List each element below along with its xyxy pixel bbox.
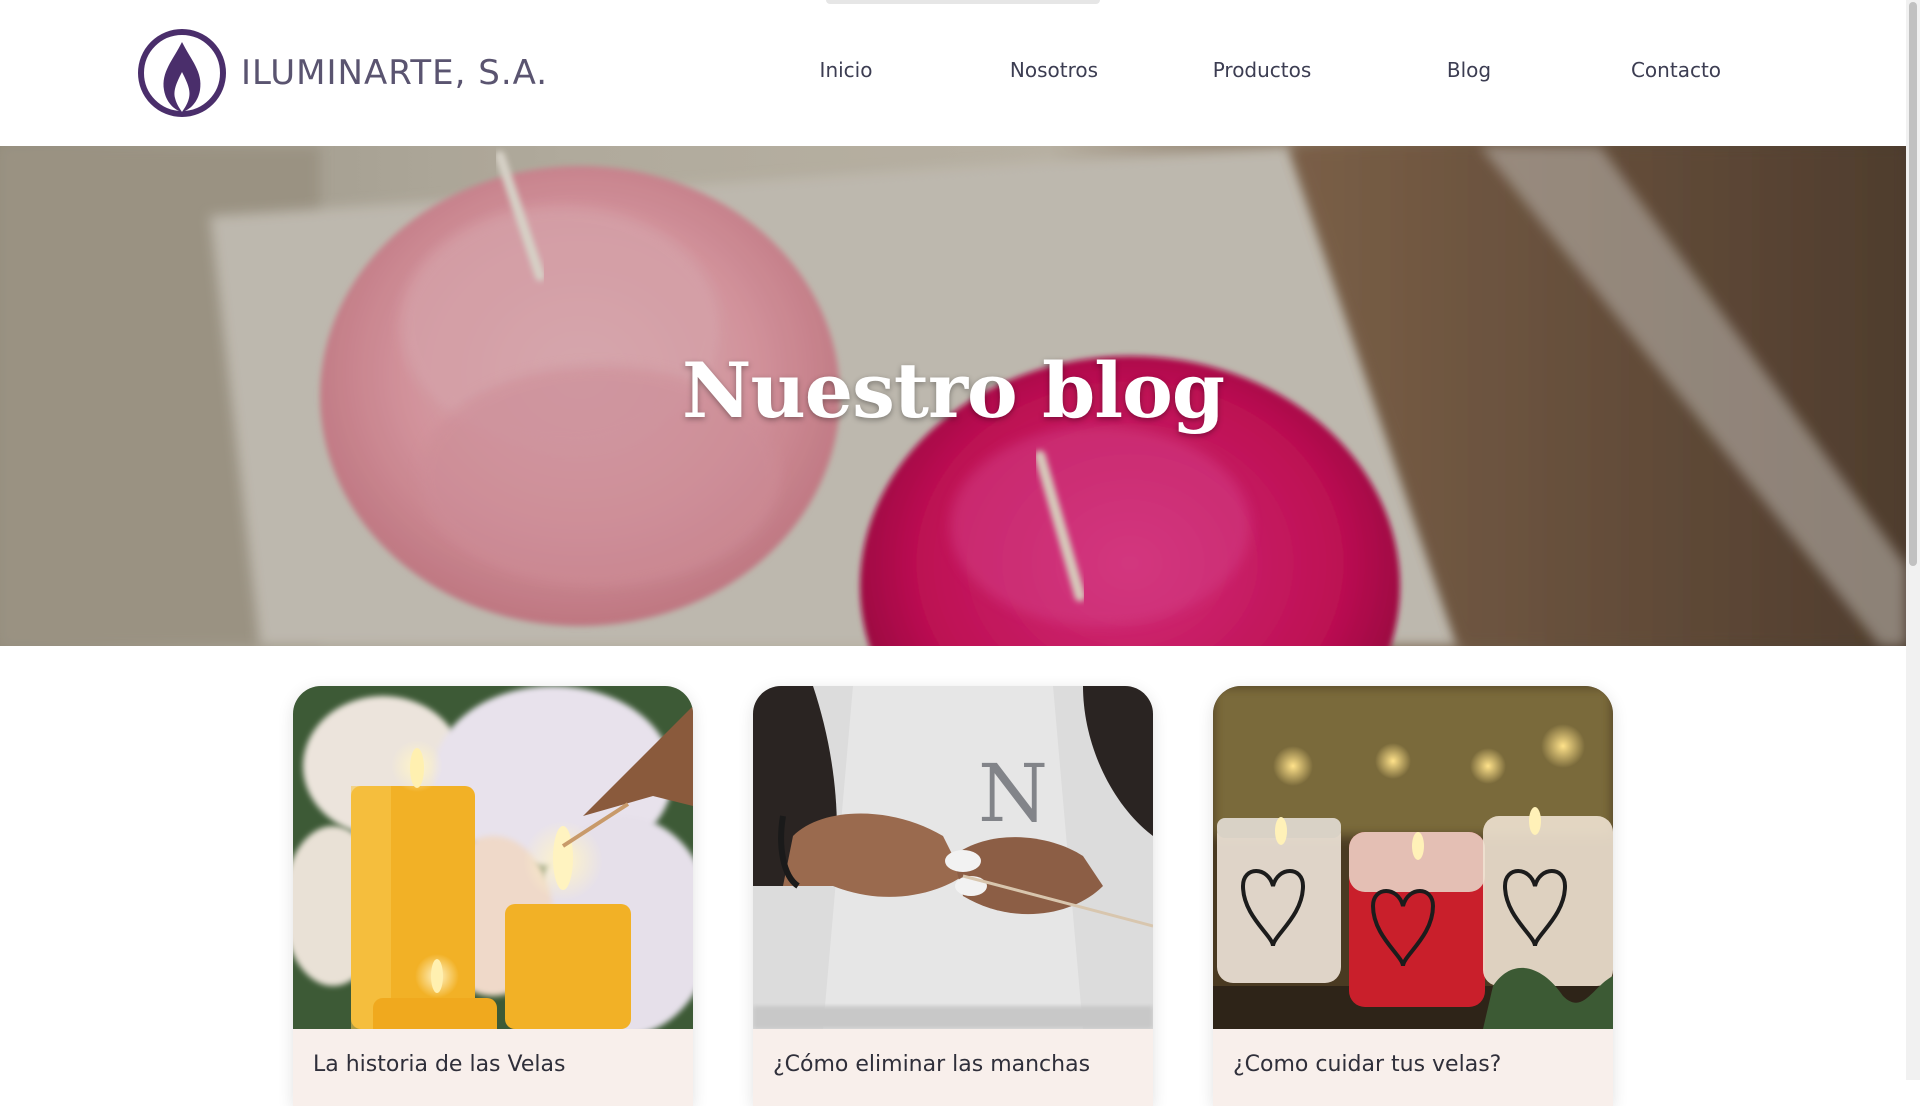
main-nav: Inicio Nosotros Productos Blog Contacto	[0, 58, 1906, 88]
nav-item-contacto[interactable]: Contacto	[1631, 58, 1721, 82]
page-scrollbar[interactable]	[1906, 0, 1920, 1080]
blog-card-image	[293, 686, 693, 1029]
blog-card-image: N	[753, 686, 1153, 1029]
hero-title: Nuestro blog	[681, 346, 1225, 435]
nav-item-nosotros[interactable]: Nosotros	[1010, 58, 1098, 82]
site-header: ILUMINARTE, S.A. Inicio Nosotros Product…	[0, 0, 1906, 146]
blog-card-title[interactable]: ¿Como cuidar tus velas?	[1233, 1052, 1501, 1077]
blog-card[interactable]: La historia de las Velas	[293, 686, 693, 1106]
blog-card[interactable]: ¿Como cuidar tus velas?	[1213, 686, 1613, 1106]
svg-text:N: N	[978, 747, 1048, 840]
scrollbar-thumb[interactable]	[1909, 2, 1917, 566]
blog-card-title[interactable]: La historia de las Velas	[313, 1052, 565, 1077]
nav-item-productos[interactable]: Productos	[1213, 58, 1312, 82]
blog-post-grid: La historia de las Velas N ¿Cómo elimina…	[0, 686, 1906, 1106]
nav-item-blog[interactable]: Blog	[1447, 58, 1491, 82]
top-tab-indicator	[826, 0, 1100, 4]
blog-card-title[interactable]: ¿Cómo eliminar las manchas	[773, 1052, 1090, 1077]
blog-card-image	[1213, 686, 1613, 1029]
nav-item-inicio[interactable]: Inicio	[820, 58, 873, 82]
hero-banner: Nuestro blog	[0, 146, 1906, 646]
blog-card[interactable]: N ¿Cómo eliminar las manchas	[753, 686, 1153, 1106]
